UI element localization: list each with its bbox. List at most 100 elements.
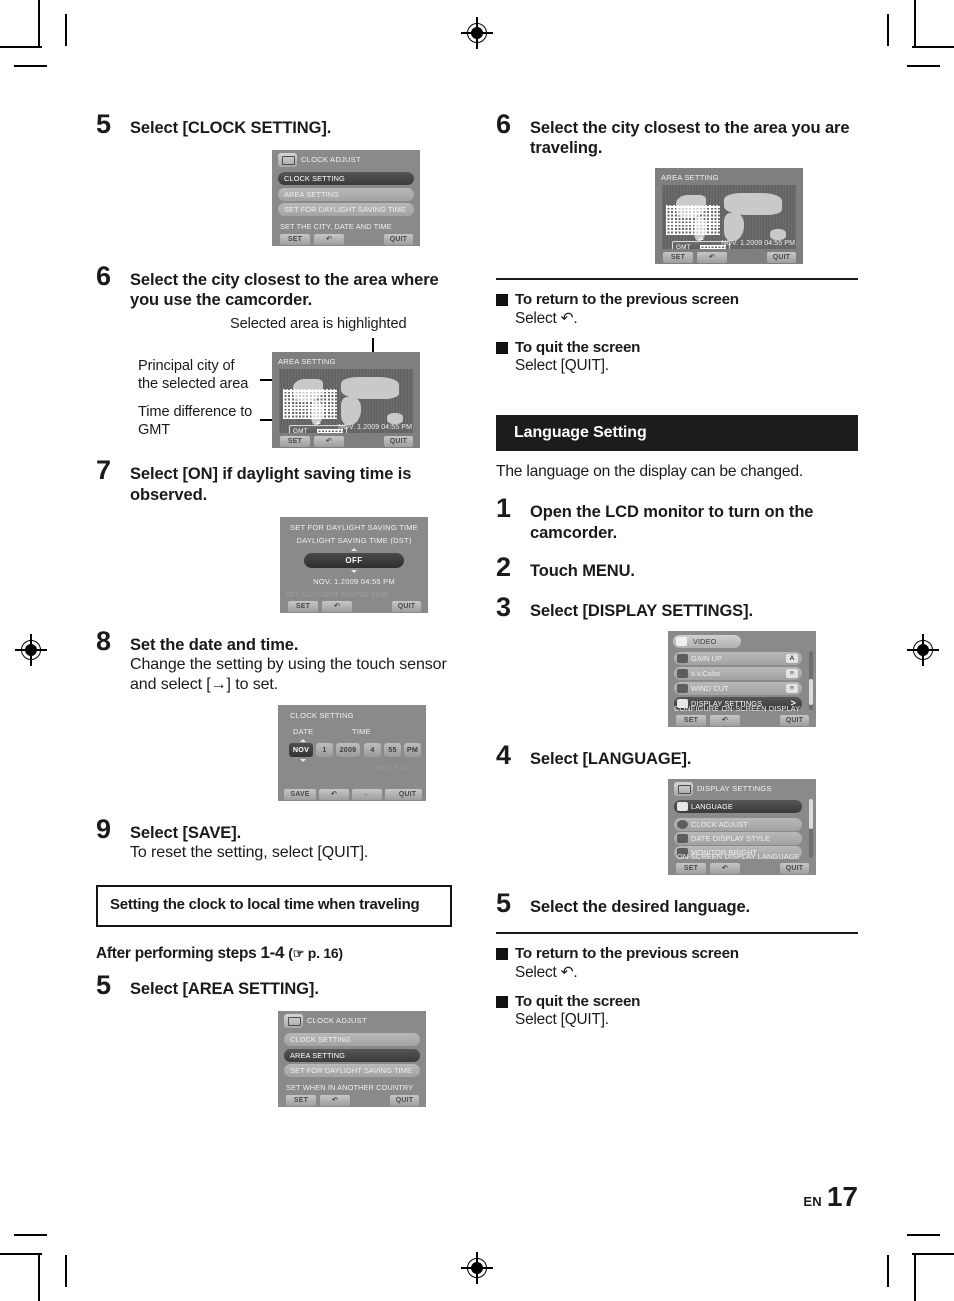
cell-day[interactable]: 1 (316, 743, 333, 758)
lcd-hint: SET WHEN IN ANOTHER COUNTRY (286, 1083, 414, 1093)
boxed-note-local-time: Setting the clock to local time when tra… (96, 885, 452, 927)
lcd-row-clock-setting[interactable]: CLOCK SETTING (284, 1033, 420, 1047)
lcd-screen-area-setting-travel: AREA SETTING GMT NOV. 1.2009 04:55 PM SE… (655, 168, 803, 265)
set-button[interactable]: SET (288, 600, 318, 612)
back-icon-button[interactable]: ↶ (320, 1095, 350, 1107)
label-time: TIME (352, 727, 371, 737)
note-return-top: To return to the previous screen Select … (496, 291, 858, 328)
lcd-row-area-setting[interactable]: AREA SETTING (278, 188, 414, 202)
lcd-row-language[interactable]: LANGUAGE (674, 800, 802, 814)
cell-minute[interactable]: 55 (384, 743, 401, 758)
back-icon-button[interactable]: ↶ (319, 789, 349, 801)
quit-button[interactable]: QUIT (393, 789, 422, 801)
left-column: 5 Select [CLOCK SETTING]. CLOCK ADJUST C… (96, 111, 458, 1108)
bullet-square-icon (496, 948, 508, 961)
quit-button[interactable]: QUIT (780, 714, 809, 726)
lcd-row-dst[interactable]: SET FOR DAYLIGHT SAVING TIME (278, 203, 414, 217)
section-description: The language on the display can be chang… (496, 463, 803, 481)
scrollbar-thumb[interactable] (809, 799, 813, 830)
lcd-row-gain-up[interactable]: GAIN UP A (674, 651, 802, 665)
cell-hour[interactable]: 4 (364, 743, 381, 758)
step-number: 5 (96, 969, 112, 1000)
continent-eurasia (341, 377, 399, 400)
lcd-hint: ON-SCREEN DISPLAY LANGUAGE (677, 852, 800, 862)
set-button[interactable]: SET (663, 252, 693, 264)
callout-selected-area: Selected area is highlighted (230, 316, 407, 333)
lcd-button-bar: SET ↶ QUIT (280, 600, 428, 613)
lcd-hint: SET THE CITY, DATE AND TIME (280, 222, 392, 232)
lcd-row-dst[interactable]: SET FOR DAYLIGHT SAVING TIME (284, 1064, 420, 1078)
clock-icon (677, 820, 688, 830)
set-button[interactable]: SET (286, 1095, 316, 1107)
cell-year[interactable]: 2009 (336, 743, 360, 758)
step-daylight-saving: 7 Select [ON] if daylight saving time is… (96, 457, 458, 504)
cell-ampm[interactable]: PM (404, 743, 421, 758)
back-icon-button[interactable]: ↶ (322, 600, 352, 612)
caret-up-icon[interactable] (351, 547, 357, 551)
back-icon-button[interactable]: ↶ (710, 714, 740, 726)
scrollbar-thumb[interactable] (809, 678, 813, 705)
after-steps-ref: (☞ p. 16) (288, 944, 343, 961)
set-button[interactable]: SET (676, 714, 706, 726)
set-button[interactable]: SET (280, 234, 310, 246)
lcd-row-wind-cut[interactable]: WIND CUT ≡ (674, 681, 802, 695)
lcd-screen-display-settings: DISPLAY SETTINGS LANGUAGE CLOCK ADJUST D… (668, 779, 816, 876)
step-title: Open the LCD monitor to turn on the camc… (530, 503, 814, 542)
step-number: 7 (96, 455, 112, 486)
step-desired-language: 5 Select the desired language. (496, 890, 858, 917)
lcd-row-date-display-style[interactable]: DATE DISPLAY STYLE (674, 832, 802, 846)
lcd-row-clock-adjust[interactable]: CLOCK ADJUST (674, 818, 802, 832)
lcd-row-xv-color[interactable]: x.v.Color ≡ (674, 666, 802, 680)
registration-mark-bottom (461, 1252, 493, 1284)
caret-up-icon[interactable] (315, 421, 321, 425)
save-button[interactable]: SAVE (284, 789, 316, 801)
language-icon (677, 802, 688, 812)
lcd-button-bar: SET ↶ QUIT (655, 251, 803, 264)
scrollbar-track[interactable] (809, 650, 813, 710)
quit-button[interactable]: QUIT (767, 252, 796, 264)
caret-down-icon[interactable] (300, 759, 306, 763)
lcd-row-clock-setting[interactable]: CLOCK SETTING (278, 172, 414, 186)
quit-button[interactable]: QUIT (384, 436, 413, 448)
quit-button[interactable]: QUIT (384, 234, 413, 246)
right-column: 6 Select the city closest to the area yo… (496, 111, 858, 1029)
quit-button[interactable]: QUIT (392, 600, 421, 612)
map-datetime: NOV. 1.2009 04:55 PM (338, 424, 412, 432)
step-title: Select the city closest to the area wher… (130, 271, 439, 310)
registration-mark-left (15, 634, 47, 666)
lcd-row-area-setting[interactable]: AREA SETTING (284, 1049, 420, 1063)
back-icon-button[interactable]: ↶ (710, 863, 740, 875)
scrollbar-track[interactable] (809, 799, 813, 859)
set-button[interactable]: SET (280, 436, 310, 448)
continent-australia (770, 229, 786, 241)
set-button[interactable]: SET (676, 863, 706, 875)
step-number: 5 (96, 109, 112, 139)
quit-button[interactable]: QUIT (390, 1095, 419, 1107)
lcd-header: CLOCK ADJUST (307, 1016, 367, 1026)
lcd-header: CLOCK SETTING (290, 711, 354, 721)
wind-cut-icon (677, 683, 688, 693)
step-number: 6 (96, 261, 112, 292)
menu-screen-icon (284, 1014, 303, 1029)
step-select-city-travel: 6 Select the city closest to the area yo… (496, 111, 858, 158)
dst-value[interactable]: OFF (304, 552, 404, 568)
divider (496, 932, 858, 935)
note-return-bottom: To return to the previous screen Select … (496, 945, 858, 982)
dst-datetime: NOV. 1.2009 04:55 PM (313, 576, 395, 586)
caret-down-icon[interactable] (351, 569, 357, 573)
lcd-button-bar: SET ↶ QUIT (668, 714, 816, 727)
quit-button[interactable]: QUIT (780, 863, 809, 875)
back-icon-button[interactable]: ↶ (314, 436, 344, 448)
menu-screen-icon (278, 153, 297, 168)
step-save: 9 Select [SAVE]. To reset the setting, s… (96, 816, 458, 863)
step-number: 8 (96, 625, 112, 656)
back-icon-button[interactable]: ↶ (314, 234, 344, 246)
page-footer: EN 17 (803, 1181, 858, 1213)
lcd-header: SET FOR DAYLIGHT SAVING TIME (289, 522, 419, 532)
left-arrow-button[interactable]: ← (352, 789, 382, 801)
cell-month[interactable]: NOV (289, 743, 313, 758)
caret-up-icon[interactable] (300, 739, 306, 743)
back-icon-button[interactable]: ↶ (697, 252, 727, 264)
section-header-language-setting: Language Setting (496, 415, 858, 452)
caret-up-icon[interactable] (698, 237, 704, 241)
